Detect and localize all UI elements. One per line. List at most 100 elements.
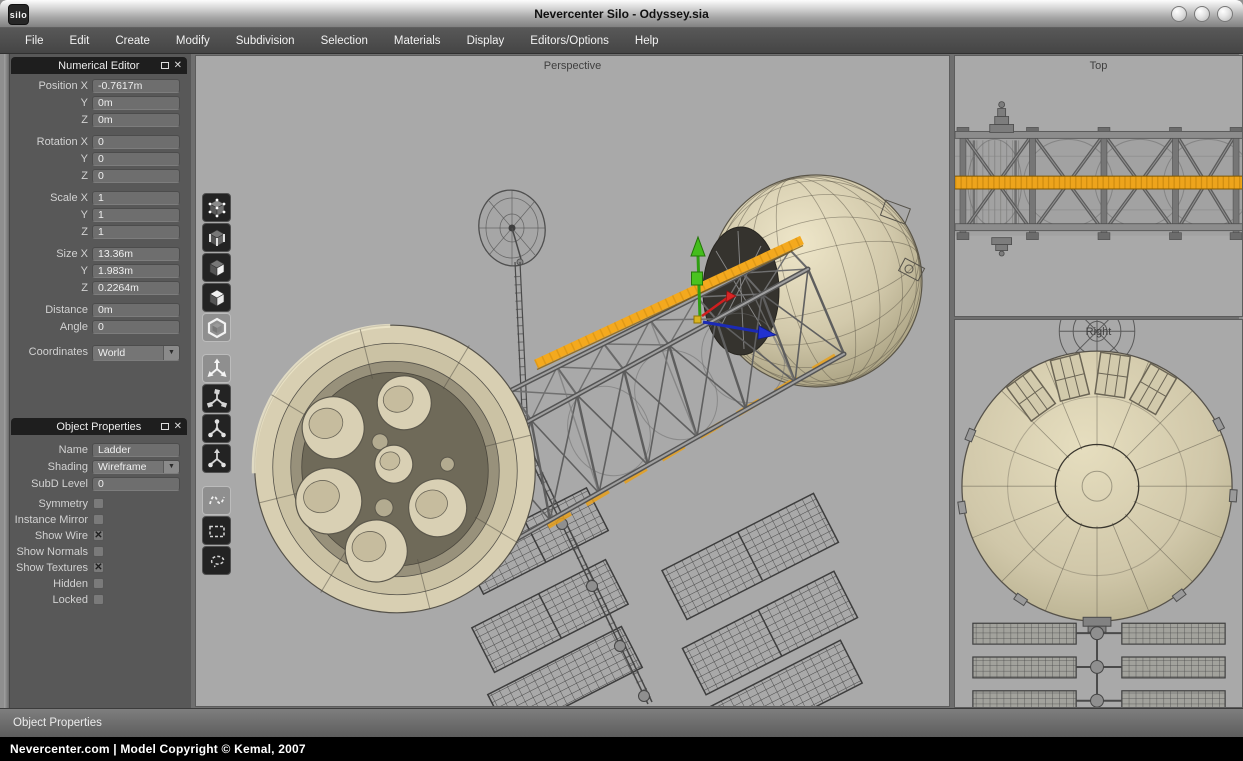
position-x-input[interactable]: -0.7617m — [92, 79, 180, 93]
size-z-row: Z 0.2264m — [4, 280, 191, 297]
rotation-y-input[interactable]: 0 — [92, 152, 180, 166]
size-x-input[interactable]: 13.36m — [92, 247, 180, 261]
panel-maximize-icon[interactable] — [161, 62, 169, 69]
window-title: Nevercenter Silo - Odyssey.sia — [0, 0, 1243, 28]
menu-subdivision[interactable]: Subdivision — [223, 28, 308, 54]
face-mode-icon — [206, 257, 228, 279]
panel-close-icon[interactable]: ✕ — [174, 422, 182, 432]
menu-edit[interactable]: Edit — [57, 28, 103, 54]
symmetry-row: Symmetry — [4, 496, 191, 512]
vertex-mode-button[interactable] — [202, 193, 231, 222]
subd-level-input[interactable]: 0 — [92, 477, 180, 491]
universal-manipulator-button[interactable] — [202, 444, 231, 473]
field-label: Distance — [6, 304, 88, 316]
menu-materials[interactable]: Materials — [381, 28, 454, 54]
scale-x-input[interactable]: 1 — [92, 191, 180, 205]
shading-dropdown[interactable]: Wireframe ▼ — [92, 460, 180, 474]
menu-file[interactable]: File — [12, 28, 57, 54]
window-maximize-button[interactable] — [1194, 6, 1210, 22]
tweak-select-icon — [206, 490, 228, 512]
menu-editors-options[interactable]: Editors/Options — [517, 28, 622, 54]
element-mode-icon — [206, 287, 228, 309]
field-label: Z — [6, 114, 88, 126]
position-z-input[interactable]: 0m — [92, 113, 180, 127]
top-viewport[interactable]: Top — [954, 55, 1243, 317]
field-label: Y — [6, 265, 88, 277]
size-y-input[interactable]: 1.983m — [92, 264, 180, 278]
instance-mirror-checkbox[interactable] — [93, 514, 104, 525]
menu-create[interactable]: Create — [102, 28, 163, 54]
window-close-button[interactable] — [1217, 6, 1233, 22]
coordinates-dropdown[interactable]: World ▼ — [92, 345, 180, 361]
field-label: Scale X — [6, 192, 88, 204]
object-name-input[interactable]: Ladder — [92, 443, 180, 457]
dropdown-arrow-icon[interactable]: ▼ — [163, 346, 179, 360]
menu-selection[interactable]: Selection — [308, 28, 381, 54]
scale-z-input[interactable]: 1 — [92, 225, 180, 239]
field-label: Symmetry — [6, 498, 88, 510]
dropdown-arrow-icon[interactable]: ▼ — [163, 461, 179, 473]
lasso-select-button[interactable] — [202, 546, 231, 575]
coordinates-row: Coordinates World ▼ — [4, 344, 191, 362]
scale-z-row: Z 1 — [4, 224, 191, 241]
window-minimize-button[interactable] — [1171, 6, 1187, 22]
rotation-x-input[interactable]: 0 — [92, 135, 180, 149]
scale-y-input[interactable]: 1 — [92, 208, 180, 222]
position-y-input[interactable]: 0m — [92, 96, 180, 110]
left-panel-dock: Numerical Editor ✕ Position X -0.7617m Y… — [4, 54, 191, 708]
element-mode-button[interactable] — [202, 283, 231, 312]
model-3d-right — [955, 320, 1243, 708]
move-tool-button[interactable] — [202, 354, 231, 383]
angle-input[interactable]: 0 — [92, 320, 180, 334]
show-wire-checkbox[interactable]: ✕ — [93, 530, 104, 541]
field-label: Y — [6, 209, 88, 221]
distance-input[interactable]: 0m — [92, 303, 180, 317]
title-bar[interactable]: silo Nevercenter Silo - Odyssey.sia — [0, 0, 1243, 28]
tweak-select-button[interactable] — [202, 486, 231, 515]
symmetry-checkbox[interactable] — [93, 498, 104, 509]
panel-close-icon[interactable]: ✕ — [174, 61, 182, 71]
model-3d-perspective — [196, 56, 950, 707]
footer-text: Nevercenter.com | Model Copyright © Kema… — [10, 742, 306, 756]
position-x-row: Position X -0.7617m — [4, 78, 191, 95]
size-x-row: Size X 13.36m — [4, 246, 191, 263]
field-label: Z — [6, 170, 88, 182]
hidden-checkbox[interactable] — [93, 578, 104, 589]
field-label: Size X — [6, 248, 88, 260]
field-label: Show Wire — [6, 530, 88, 542]
panel-maximize-icon[interactable] — [161, 423, 169, 430]
menu-modify[interactable]: Modify — [163, 28, 223, 54]
show-normals-checkbox[interactable] — [93, 546, 104, 557]
object-properties-header[interactable]: Object Properties ✕ — [11, 418, 187, 435]
menu-help[interactable]: Help — [622, 28, 672, 54]
rotation-z-input[interactable]: 0 — [92, 169, 180, 183]
perspective-viewport-label: Perspective — [196, 60, 949, 72]
name-row: Name Ladder — [4, 442, 191, 459]
perspective-viewport[interactable]: Perspective — [195, 55, 950, 707]
right-sphere — [958, 351, 1237, 621]
locked-checkbox[interactable] — [93, 594, 104, 605]
scale-y-row: Y 1 — [4, 207, 191, 224]
menu-bar: File Edit Create Modify Subdivision Sele… — [0, 28, 1243, 54]
numerical-editor-header[interactable]: Numerical Editor ✕ — [11, 57, 187, 74]
show-wire-row: Show Wire ✕ — [4, 528, 191, 544]
show-textures-checkbox[interactable]: ✕ — [93, 562, 104, 573]
edge-mode-button[interactable] — [202, 223, 231, 252]
manipulator-toolbar — [202, 354, 231, 473]
field-label: Shading — [6, 461, 88, 473]
rectangle-select-icon — [206, 520, 228, 542]
right-viewport[interactable]: Right — [954, 319, 1243, 708]
rotate-tool-button[interactable] — [202, 384, 231, 413]
scale-tool-button[interactable] — [202, 414, 231, 443]
status-text: Object Properties — [13, 717, 102, 729]
field-label: Rotation X — [6, 136, 88, 148]
menu-display[interactable]: Display — [454, 28, 518, 54]
rotate-tool-icon — [206, 388, 228, 410]
size-z-input[interactable]: 0.2264m — [92, 281, 180, 295]
face-mode-button[interactable] — [202, 253, 231, 282]
position-y-row: Y 0m — [4, 95, 191, 112]
object-mode-button[interactable] — [202, 313, 231, 342]
top-viewport-label: Top — [955, 60, 1242, 72]
rectangle-select-button[interactable] — [202, 516, 231, 545]
rotation-z-row: Z 0 — [4, 168, 191, 185]
